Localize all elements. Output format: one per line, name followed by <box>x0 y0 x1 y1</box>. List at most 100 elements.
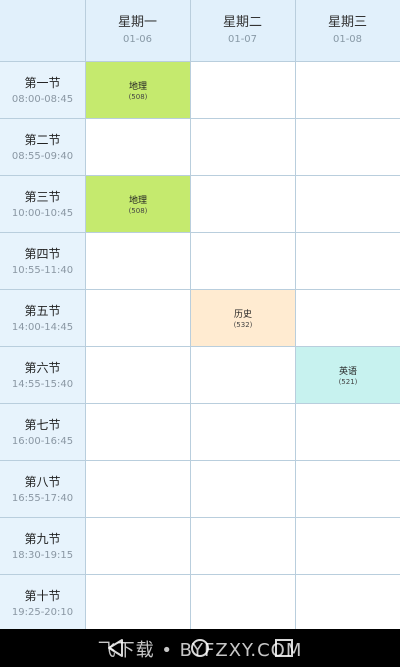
home-button[interactable] <box>188 637 212 659</box>
horizontal-grid-line <box>0 175 400 176</box>
course-card[interactable]: 英语 (521) <box>296 347 400 403</box>
timetable-slot[interactable] <box>85 289 190 346</box>
course-name: 地理 <box>128 196 147 206</box>
timetable-slot[interactable] <box>295 517 400 574</box>
course-name: 历史 <box>233 310 252 320</box>
horizontal-grid-line <box>0 403 400 404</box>
period-time: 08:55-09:40 <box>11 151 74 162</box>
horizontal-grid-line <box>0 346 400 347</box>
period-time: 14:55-15:40 <box>11 379 74 390</box>
timetable-slot[interactable] <box>190 346 295 403</box>
course-room: (508) <box>128 93 148 101</box>
period-name: 第二节 <box>24 133 61 147</box>
horizontal-grid-line <box>0 574 400 575</box>
horizontal-grid-line <box>0 517 400 518</box>
vertical-grid-line <box>295 0 296 629</box>
vertical-grid-line <box>85 0 86 629</box>
timetable-slot[interactable] <box>85 460 190 517</box>
day-header: 星期三 01-08 <box>295 0 400 61</box>
timetable-slot[interactable] <box>190 61 295 118</box>
day-date: 01-07 <box>227 34 258 45</box>
period-time: 16:55-17:40 <box>11 493 74 504</box>
timetable-slot[interactable] <box>85 346 190 403</box>
period-name: 第九节 <box>24 532 61 546</box>
timetable-slot[interactable] <box>295 232 400 289</box>
period-label: 第二节 08:55-09:40 <box>0 118 85 175</box>
period-name: 第四节 <box>24 247 61 261</box>
timetable-slot[interactable] <box>295 61 400 118</box>
period-time: 18:30-19:15 <box>11 550 74 561</box>
timetable-slot[interactable] <box>295 460 400 517</box>
recent-apps-button[interactable] <box>272 637 296 659</box>
timetable-slot[interactable] <box>295 574 400 631</box>
course-name: 英语 <box>338 367 357 377</box>
timetable-slot[interactable] <box>190 574 295 631</box>
horizontal-grid-line <box>0 232 400 233</box>
timetable-slot[interactable] <box>85 232 190 289</box>
timetable-slot[interactable] <box>190 517 295 574</box>
timetable-slot[interactable] <box>190 175 295 232</box>
back-button[interactable] <box>104 637 128 659</box>
recent-apps-icon <box>275 639 293 657</box>
timetable-slot[interactable] <box>190 403 295 460</box>
course-card[interactable]: 地理 (508) <box>86 62 190 118</box>
horizontal-grid-line <box>0 289 400 290</box>
period-name: 第十节 <box>24 589 61 603</box>
period-name: 第三节 <box>24 190 61 204</box>
period-name: 第八节 <box>24 475 61 489</box>
horizontal-grid-line <box>0 118 400 119</box>
system-navigation-bar: 飞下载 • BYFZXY.COM <box>0 629 400 667</box>
timetable-slot[interactable] <box>295 175 400 232</box>
day-name: 星期二 <box>222 15 262 30</box>
timetable-slot[interactable] <box>190 118 295 175</box>
period-label: 第五节 14:00-14:45 <box>0 289 85 346</box>
period-time: 16:00-16:45 <box>11 436 74 447</box>
course-card[interactable]: 地理 (508) <box>86 176 190 232</box>
period-time: 14:00-14:45 <box>11 322 74 333</box>
timetable-slot[interactable] <box>190 460 295 517</box>
period-name: 第五节 <box>24 304 61 318</box>
vertical-grid-line <box>190 0 191 629</box>
timetable-grid: 星期一 01-06 星期二 01-07 星期三 01-08 第一节 08:00-08:45 第二… <box>0 0 400 629</box>
course-card[interactable]: 历史 (532) <box>191 290 295 346</box>
timetable-slot[interactable] <box>190 232 295 289</box>
period-time: 08:00-08:45 <box>11 94 74 105</box>
period-name: 第六节 <box>24 361 61 375</box>
home-icon <box>191 639 209 657</box>
timetable-slot[interactable] <box>295 118 400 175</box>
period-name: 第一节 <box>24 76 61 90</box>
period-label: 第六节 14:55-15:40 <box>0 346 85 403</box>
timetable-slot[interactable] <box>85 574 190 631</box>
course-name: 地理 <box>128 82 147 92</box>
period-name: 第七节 <box>24 418 61 432</box>
day-name: 星期一 <box>117 15 157 30</box>
horizontal-grid-line <box>0 460 400 461</box>
course-room: (532) <box>233 321 253 329</box>
day-date: 01-06 <box>122 34 153 45</box>
timetable-slot[interactable] <box>85 403 190 460</box>
timetable-slot[interactable] <box>295 403 400 460</box>
timetable-slot[interactable] <box>85 517 190 574</box>
horizontal-grid-line <box>0 61 400 62</box>
period-label: 第四节 10:55-11:40 <box>0 232 85 289</box>
day-header: 星期一 01-06 <box>85 0 190 61</box>
timetable-app: 星期一 01-06 星期二 01-07 星期三 01-08 第一节 08:00-08:45 第二… <box>0 0 400 667</box>
period-time: 10:55-11:40 <box>11 265 74 276</box>
day-name: 星期三 <box>327 15 367 30</box>
day-date: 01-08 <box>332 34 363 45</box>
timetable-slot[interactable] <box>85 118 190 175</box>
period-label: 第一节 08:00-08:45 <box>0 61 85 118</box>
back-icon <box>108 639 123 657</box>
corner-cell <box>0 0 85 61</box>
course-room: (508) <box>128 207 148 215</box>
period-time: 10:00-10:45 <box>11 208 74 219</box>
period-label: 第七节 16:00-16:45 <box>0 403 85 460</box>
course-room: (521) <box>338 378 358 386</box>
period-label: 第三节 10:00-10:45 <box>0 175 85 232</box>
period-time: 19:25-20:10 <box>11 607 74 618</box>
period-label: 第八节 16:55-17:40 <box>0 460 85 517</box>
period-label: 第十节 19:25-20:10 <box>0 574 85 631</box>
day-header: 星期二 01-07 <box>190 0 295 61</box>
timetable-slot[interactable] <box>295 289 400 346</box>
period-label: 第九节 18:30-19:15 <box>0 517 85 574</box>
